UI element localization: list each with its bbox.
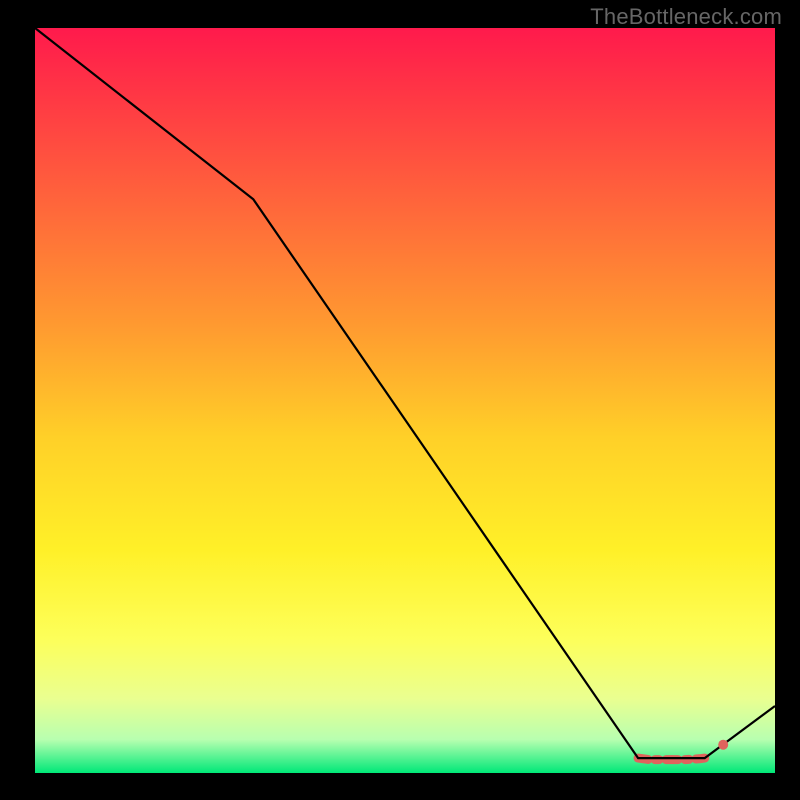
plot-background xyxy=(35,28,775,773)
bottleneck-chart xyxy=(0,0,800,800)
watermark-text: TheBottleneck.com xyxy=(590,4,782,30)
end-dot xyxy=(718,740,728,750)
